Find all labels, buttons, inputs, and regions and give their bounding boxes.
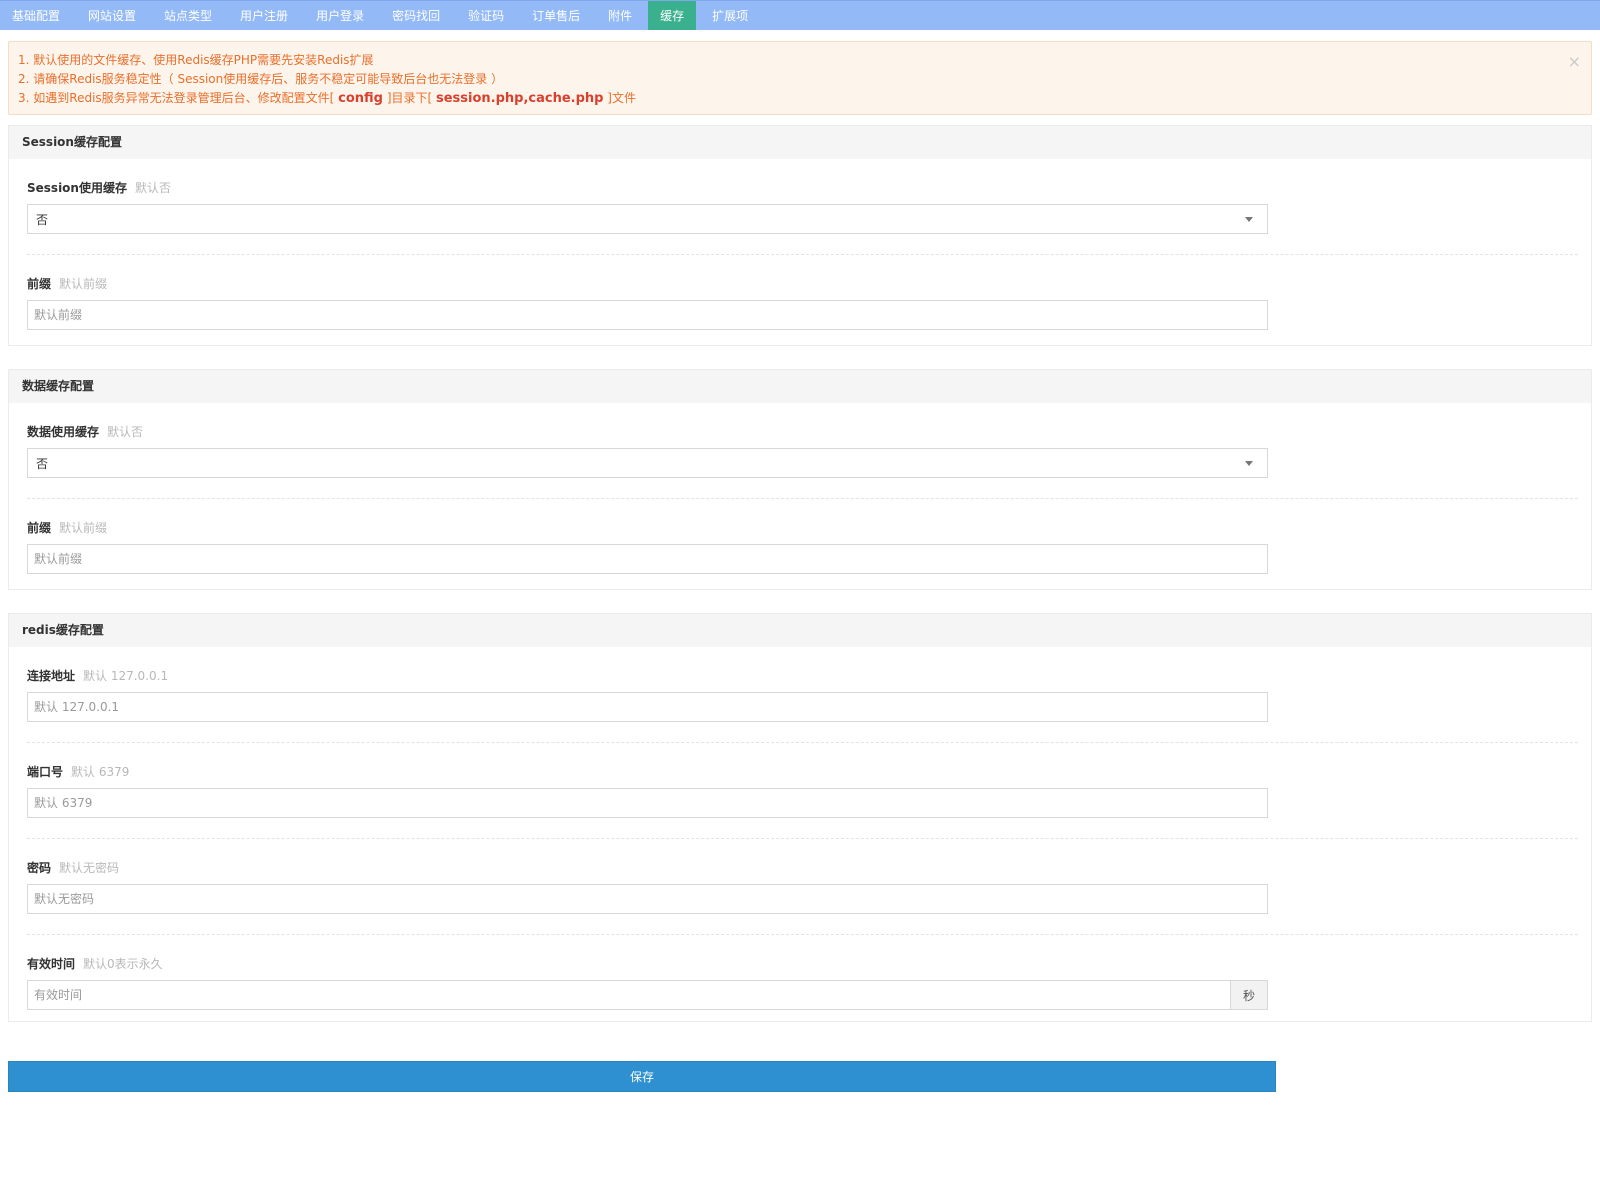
data-prefix-label: 前缀	[27, 521, 52, 535]
redis-cache-panel: redis缓存配置 连接地址默认 127.0.0.1 端口号默认 6379 密码…	[8, 613, 1592, 1022]
session-prefix-label: 前缀	[27, 277, 52, 291]
tab-extensions[interactable]: 扩展项	[700, 1, 760, 30]
tab-cache[interactable]: 缓存	[648, 1, 697, 30]
tab-password-recovery[interactable]: 密码找回	[380, 1, 452, 30]
redis-password-input[interactable]	[28, 885, 1267, 913]
data-use-cache-value: 否	[36, 456, 49, 471]
session-prefix-hint: 默认前缀	[59, 277, 108, 291]
tab-basic-config[interactable]: 基础配置	[0, 1, 72, 30]
tab-order-aftersale[interactable]: 订单售后	[520, 1, 592, 30]
tab-site-type[interactable]: 站点类型	[152, 1, 224, 30]
session-panel-title: Session缓存配置	[9, 126, 1591, 159]
redis-host-hint: 默认 127.0.0.1	[83, 669, 169, 683]
redis-port-label: 端口号	[27, 765, 64, 779]
redis-host-input[interactable]	[28, 693, 1267, 721]
data-cache-panel: 数据缓存配置 数据使用缓存 默认否 否 前缀 默认前缀	[8, 369, 1592, 590]
tab-captcha[interactable]: 验证码	[456, 1, 516, 30]
alert-config-files: session.php,cache.php	[436, 91, 604, 106]
redis-panel-title: redis缓存配置	[9, 614, 1591, 647]
data-use-cache-label: 数据使用缓存	[27, 425, 100, 439]
redis-password-label: 密码	[27, 861, 52, 875]
data-prefix-hint: 默认前缀	[59, 521, 108, 535]
data-use-cache-field: 数据使用缓存 默认否 否	[27, 403, 1578, 498]
tab-user-login[interactable]: 用户登录	[304, 1, 376, 30]
session-use-cache-label: Session使用缓存	[27, 181, 127, 195]
session-use-cache-select[interactable]: 否	[27, 204, 1268, 234]
session-prefix-field: 前缀 默认前缀	[27, 254, 1578, 350]
seconds-unit-addon: 秒	[1230, 981, 1267, 1009]
redis-password-field: 密码 默认无密码	[27, 838, 1578, 934]
chevron-down-icon	[1245, 216, 1253, 222]
data-prefix-field: 前缀 默认前缀	[27, 498, 1578, 594]
redis-host-field: 连接地址 默认 127.0.0.1	[27, 647, 1578, 742]
data-use-cache-hint: 默认否	[107, 425, 144, 439]
alert-config-dir: config	[338, 91, 383, 106]
redis-password-hint: 默认无密码	[59, 861, 120, 875]
data-use-cache-select[interactable]: 否	[27, 448, 1268, 478]
redis-expire-input[interactable]	[28, 981, 1230, 1009]
alert-line-3-mid: ]目录下[	[383, 91, 436, 105]
tab-site-settings[interactable]: 网站设置	[76, 1, 148, 30]
alert-line-3-prefix: 3. 如遇到Redis服务异常无法登录管理后台、修改配置文件[	[18, 91, 339, 105]
session-use-cache-hint: 默认否	[134, 181, 171, 195]
chevron-down-icon	[1245, 460, 1253, 466]
close-icon[interactable]: ×	[1568, 54, 1581, 70]
redis-expire-hint: 默认0表示永久	[83, 957, 163, 971]
tab-user-register[interactable]: 用户注册	[228, 1, 300, 30]
redis-port-input[interactable]	[28, 789, 1267, 817]
alert-line-2: 2. 请确保Redis服务稳定性（ Session使用缓存后、服务不稳定可能导致…	[18, 72, 504, 86]
data-panel-title: 数据缓存配置	[9, 370, 1591, 403]
save-button[interactable]: 保存	[8, 1061, 1276, 1092]
session-use-cache-value: 否	[36, 212, 49, 227]
session-use-cache-field: Session使用缓存 默认否 否	[27, 159, 1578, 254]
alert-line-1: 1. 默认使用的文件缓存、使用Redis缓存PHP需要先安装Redis扩展	[18, 53, 374, 67]
alert-line-3: 3. 如遇到Redis服务异常无法登录管理后台、修改配置文件[ config ]…	[18, 89, 1582, 108]
tab-attachment[interactable]: 附件	[596, 1, 644, 30]
redis-host-label: 连接地址	[27, 669, 76, 683]
cache-notice-alert: 1. 默认使用的文件缓存、使用Redis缓存PHP需要先安装Redis扩展 2.…	[8, 41, 1592, 115]
redis-expire-label: 有效时间	[27, 957, 76, 971]
redis-port-hint: 默认 6379	[71, 765, 130, 779]
data-prefix-input[interactable]	[28, 545, 1267, 573]
session-prefix-input[interactable]	[28, 301, 1267, 329]
session-cache-panel: Session缓存配置 Session使用缓存 默认否 否 前缀 默认前缀	[8, 125, 1592, 346]
alert-line-3-suffix: ]文件	[603, 91, 636, 105]
redis-port-field: 端口号 默认 6379	[27, 742, 1578, 838]
config-tab-bar: 基础配置 网站设置 站点类型 用户注册 用户登录 密码找回 验证码 订单售后 附…	[0, 0, 1600, 30]
redis-expire-field: 有效时间默认0表示永久 秒	[27, 934, 1578, 1030]
